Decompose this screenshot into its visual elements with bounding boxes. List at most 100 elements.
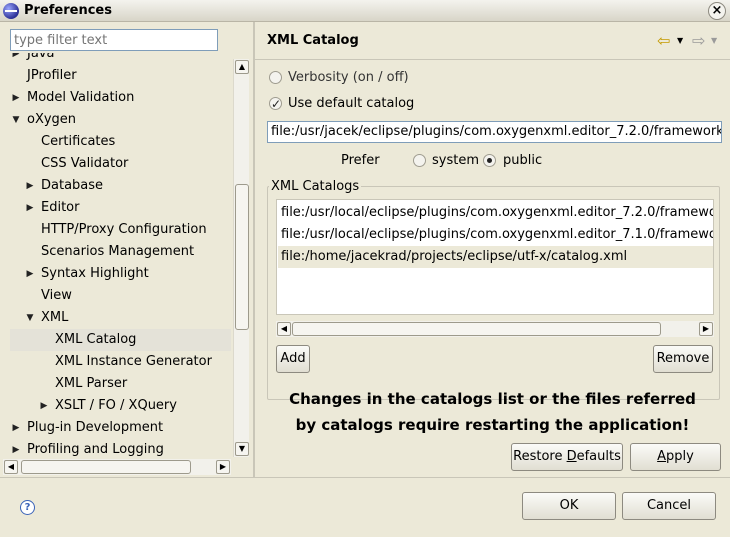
tree-item-http-proxy[interactable]: HTTP/Proxy Configuration bbox=[10, 219, 231, 241]
tree-item-label: Profiling and Logging bbox=[27, 442, 164, 457]
tree-item-label: XML Catalog bbox=[55, 332, 137, 347]
scroll-left-icon[interactable]: ◀ bbox=[277, 322, 291, 336]
verbosity-label: Verbosity (on / off) bbox=[288, 70, 409, 85]
scrollbar-thumb[interactable] bbox=[21, 460, 191, 474]
tree-item-database[interactable]: ▶ Database bbox=[10, 175, 231, 197]
scroll-up-icon[interactable]: ▲ bbox=[235, 60, 249, 74]
tree-item-model-validation[interactable]: ▶ Model Validation bbox=[10, 87, 231, 109]
help-icon[interactable]: ? bbox=[20, 500, 35, 515]
collapse-arrow-icon[interactable]: ▼ bbox=[10, 109, 22, 131]
tree-item-certificates[interactable]: Certificates bbox=[10, 131, 231, 153]
tree-item-label: XML Parser bbox=[55, 376, 128, 391]
tree-item-label: Plug-in Development bbox=[27, 420, 164, 435]
cancel-button[interactable]: Cancel bbox=[622, 492, 716, 520]
tree-item-label: Syntax Highlight bbox=[41, 266, 149, 281]
prefer-label: Prefer bbox=[341, 153, 380, 168]
expand-arrow-icon[interactable]: ▶ bbox=[24, 197, 36, 219]
remove-button[interactable]: Remove bbox=[653, 345, 713, 373]
tree-item-label: XML Instance Generator bbox=[55, 354, 212, 369]
tree-item-xml-instance-generator[interactable]: XML Instance Generator bbox=[10, 351, 231, 373]
apply-label: pply bbox=[666, 449, 694, 464]
collapse-arrow-icon[interactable]: ▼ bbox=[24, 307, 36, 329]
use-default-catalog-label: Use default catalog bbox=[288, 96, 415, 111]
tree-item-label: Model Validation bbox=[27, 90, 135, 105]
scrollbar-thumb[interactable] bbox=[235, 184, 249, 330]
tree-vertical-scrollbar[interactable]: ▲ ▼ bbox=[233, 59, 249, 457]
restore-defaults-button[interactable]: Restore Defaults bbox=[511, 443, 623, 471]
apply-button[interactable]: Apply bbox=[630, 443, 721, 471]
expand-arrow-icon[interactable]: ▶ bbox=[10, 439, 22, 461]
tree-item-label: Database bbox=[41, 178, 104, 193]
tree-item-editor[interactable]: ▶ Editor bbox=[10, 197, 231, 219]
default-catalog-path-field[interactable]: file:/usr/jacek/eclipse/plugins/com.oxyg… bbox=[267, 121, 722, 143]
tree-item-xml-catalog[interactable]: XML Catalog bbox=[10, 329, 231, 351]
forward-dropdown-icon[interactable]: ▼ bbox=[711, 36, 717, 45]
tree-item-label: CSS Validator bbox=[41, 156, 129, 171]
restart-notice-line-1: Changes in the catalogs list or the file… bbox=[289, 390, 696, 408]
prefer-system-label: system bbox=[432, 153, 479, 168]
preferences-tree-pane: ▶ Java JProfiler ▶ Model Validation ▼ oX… bbox=[0, 22, 253, 477]
tree-item-label: HTTP/Proxy Configuration bbox=[41, 222, 207, 237]
ok-button[interactable]: OK bbox=[522, 492, 616, 520]
tree-item-label: Java bbox=[27, 53, 55, 61]
expand-arrow-icon[interactable]: ▶ bbox=[10, 53, 22, 65]
tree-item-jprofiler[interactable]: JProfiler bbox=[10, 65, 231, 87]
tree-item-label: XSLT / FO / XQuery bbox=[55, 398, 177, 413]
tree-item-xslt-fo-xquery[interactable]: ▶ XSLT / FO / XQuery bbox=[10, 395, 231, 417]
tree-item-syntax-highlight[interactable]: ▶ Syntax Highlight bbox=[10, 263, 231, 285]
list-item[interactable]: file:/usr/local/eclipse/plugins/com.oxyg… bbox=[278, 202, 713, 224]
expand-arrow-icon[interactable]: ▶ bbox=[10, 87, 22, 109]
scroll-down-icon[interactable]: ▼ bbox=[235, 442, 249, 456]
restore-defaults-label-end: efaults bbox=[576, 449, 621, 464]
close-button[interactable]: × bbox=[708, 2, 726, 20]
expand-arrow-icon[interactable]: ▶ bbox=[24, 175, 36, 197]
tree-item-scenarios[interactable]: Scenarios Management bbox=[10, 241, 231, 263]
page-header: XML Catalog ⇦ ▼ ⇨ ▼ bbox=[255, 22, 730, 60]
tree-item-plugin-development[interactable]: ▶ Plug-in Development bbox=[10, 417, 231, 439]
filter-input[interactable] bbox=[10, 29, 218, 51]
dialog-button-bar: ? OK Cancel bbox=[0, 477, 730, 537]
tree-item-view[interactable]: View bbox=[10, 285, 231, 307]
checkbox-icon[interactable] bbox=[269, 71, 282, 84]
tree-horizontal-scrollbar[interactable]: ◀ ▶ bbox=[3, 459, 231, 475]
tree-item-css-validator[interactable]: CSS Validator bbox=[10, 153, 231, 175]
apply-mnemonic: A bbox=[657, 449, 667, 464]
tree-item-xml-parser[interactable]: XML Parser bbox=[10, 373, 231, 395]
tree-item-profiling-logging[interactable]: ▶ Profiling and Logging bbox=[10, 439, 231, 461]
list-item[interactable]: file:/usr/local/eclipse/plugins/com.oxyg… bbox=[278, 224, 713, 246]
add-button[interactable]: Add bbox=[276, 345, 310, 373]
scroll-right-icon[interactable]: ▶ bbox=[216, 460, 230, 474]
prefer-system-radio[interactable] bbox=[413, 154, 426, 167]
tree-item-label: Editor bbox=[41, 200, 80, 215]
scrollbar-thumb[interactable] bbox=[292, 322, 661, 336]
scroll-left-icon[interactable]: ◀ bbox=[4, 460, 18, 474]
title-bar: Preferences × bbox=[0, 0, 730, 22]
catalogs-horizontal-scrollbar[interactable]: ◀ ▶ bbox=[276, 321, 714, 337]
expand-arrow-icon[interactable]: ▶ bbox=[38, 395, 50, 417]
scroll-right-icon[interactable]: ▶ bbox=[699, 322, 713, 336]
tree-item-oxygen[interactable]: ▼ oXygen bbox=[10, 109, 231, 131]
preferences-tree: ▶ Java JProfiler ▶ Model Validation ▼ oX… bbox=[3, 53, 251, 468]
expand-arrow-icon[interactable]: ▶ bbox=[10, 417, 22, 439]
tree-item-label: Certificates bbox=[41, 134, 116, 149]
xml-catalogs-list[interactable]: file:/usr/local/eclipse/plugins/com.oxyg… bbox=[276, 199, 714, 315]
tree-item-java[interactable]: ▶ Java bbox=[10, 53, 231, 65]
back-arrow-icon[interactable]: ⇦ bbox=[657, 32, 670, 50]
checkbox-checked-icon[interactable] bbox=[269, 94, 282, 114]
xml-catalogs-group-label: XML Catalogs bbox=[269, 179, 362, 194]
back-dropdown-icon[interactable]: ▼ bbox=[677, 36, 683, 45]
tree-item-label: XML bbox=[41, 310, 69, 325]
prefer-public-label: public bbox=[503, 153, 543, 168]
expand-arrow-icon[interactable]: ▶ bbox=[24, 263, 36, 285]
tree-item-label: Scenarios Management bbox=[41, 244, 195, 259]
page-title: XML Catalog bbox=[267, 33, 359, 48]
preferences-window: Preferences × ▶ Java JProfiler ▶ Model V… bbox=[0, 0, 730, 537]
prefer-public-radio[interactable] bbox=[483, 154, 496, 167]
forward-arrow-icon[interactable]: ⇨ bbox=[692, 32, 705, 50]
list-item[interactable]: file:/home/jacekrad/projects/eclipse/utf… bbox=[278, 246, 713, 268]
tree-item-xml[interactable]: ▼ XML bbox=[10, 307, 231, 329]
tree-item-label: View bbox=[41, 288, 72, 303]
eclipse-app-icon bbox=[3, 3, 19, 19]
tree-item-label: oXygen bbox=[27, 112, 77, 127]
preference-page: XML Catalog ⇦ ▼ ⇨ ▼ Verbosity (on / off)… bbox=[255, 22, 730, 477]
